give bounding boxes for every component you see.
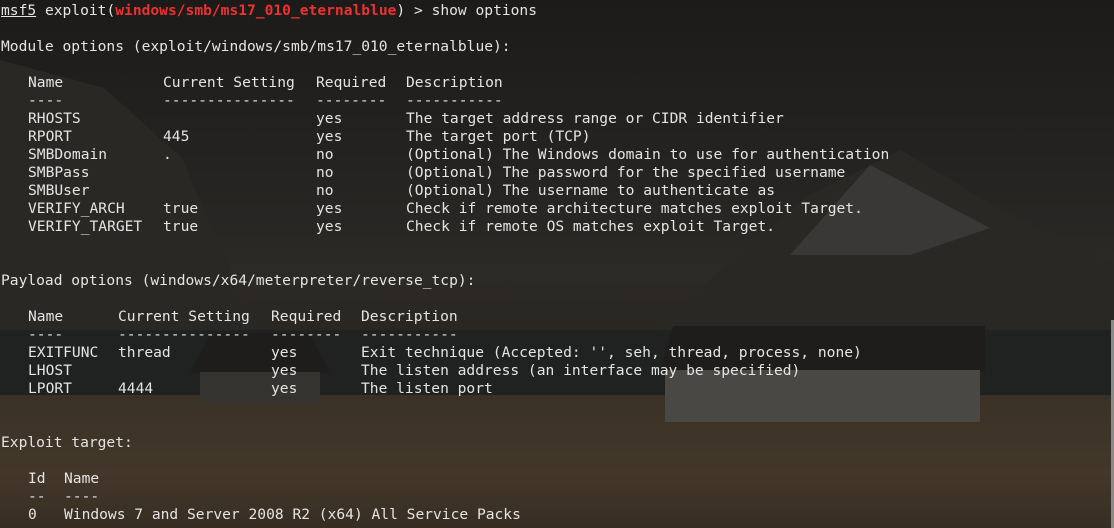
module-option-cell-3: ----------- bbox=[406, 92, 503, 109]
module-option-header-row: Name Current Setting Required Description bbox=[1, 74, 1114, 92]
payload-option-cell-3: ----------- bbox=[361, 326, 458, 343]
module-option-row: VERIFY_TARGET true yes Check if remote OS m… bbox=[1, 218, 1114, 236]
module-option-row: RHOSTS yes The target address range or CID… bbox=[1, 110, 1114, 128]
module-option-cell-1: true bbox=[163, 200, 199, 217]
payload-option-row: LHOST yes The listen address (an interface… bbox=[1, 362, 1114, 380]
module-option-cell-3: Check if remote architecture matches exp… bbox=[406, 200, 863, 217]
payload-option-cell-3: Description bbox=[361, 308, 458, 325]
prompt-name: msf5 bbox=[1, 2, 37, 19]
exploit-target-cell-1: Windows 7 and Server 2008 R2 (x64) All S… bbox=[64, 506, 521, 523]
payload-option-cell-3: The listen address (an interface may be … bbox=[361, 362, 801, 379]
payload-option-cell-2: yes bbox=[271, 362, 298, 379]
module-option-cell-1: . bbox=[163, 146, 172, 163]
module-option-cell-2: -------- bbox=[316, 92, 387, 109]
module-option-separator-row: ---- --------------- -------- ----------- bbox=[1, 92, 1114, 110]
payload-option-cell-2: yes bbox=[271, 344, 298, 361]
module-option-cell-3: Description bbox=[406, 74, 503, 91]
payload-option-cell-0: ---- bbox=[28, 326, 64, 343]
prompt-line: msf5 exploit(windows/smb/ms17_010_eterna… bbox=[1, 2, 1114, 20]
exploit-target-heading: Exploit target: bbox=[1, 434, 133, 451]
payload-option-cell-2: yes bbox=[271, 380, 298, 397]
module-option-cell-1: --------------- bbox=[163, 92, 295, 109]
module-option-cell-2: yes bbox=[316, 110, 343, 127]
payload-option-cell-1: --------------- bbox=[118, 326, 250, 343]
payload-option-cell-1: thread bbox=[118, 344, 171, 361]
payload-option-cell-3: Exit technique (Accepted: '', seh, threa… bbox=[361, 344, 862, 361]
module-option-row: SMBUser no (Optional) The username to auth… bbox=[1, 182, 1114, 200]
exploit-target-cell-1: Name bbox=[64, 470, 100, 487]
module-option-cell-3: (Optional) The password for the specifie… bbox=[406, 164, 846, 181]
exploit-target-cell-0: Id bbox=[28, 470, 46, 487]
module-option-cell-0: SMBPass bbox=[28, 164, 90, 181]
module-option-cell-3: (Optional) The Windows domain to use for… bbox=[406, 146, 890, 163]
payload-option-cell-0: LPORT bbox=[28, 380, 72, 397]
payload-option-cell-0: LHOST bbox=[28, 362, 72, 379]
module-option-cell-2: yes bbox=[316, 128, 343, 145]
payload-option-cell-1: 4444 bbox=[118, 380, 154, 397]
module-option-cell-2: yes bbox=[316, 200, 343, 217]
exploit-target-row: 0 Windows 7 and Server 2008 R2 (x64) All … bbox=[1, 506, 1114, 524]
module-option-cell-1: 445 bbox=[163, 128, 190, 145]
module-option-cell-3: The target port (TCP) bbox=[406, 128, 591, 145]
module-option-cell-3: Check if remote OS matches exploit Targe… bbox=[406, 218, 776, 235]
payload-option-row: EXITFUNC thread yes Exit technique (Accepte… bbox=[1, 344, 1114, 362]
exploit-target-cell-0: 0 bbox=[28, 506, 37, 523]
exploit-target-separator-row: -- ---- bbox=[1, 488, 1114, 506]
module-option-cell-0: SMBDomain bbox=[28, 146, 108, 163]
payload-options-heading: Payload options (windows/x64/meterpreter… bbox=[1, 272, 476, 289]
module-option-row: SMBPass no (Optional) The password for the… bbox=[1, 164, 1114, 182]
module-option-cell-0: Name bbox=[28, 74, 64, 91]
module-option-cell-0: ---- bbox=[28, 92, 64, 109]
payload-options-table: Name Current Setting Required Description --… bbox=[1, 308, 1114, 398]
module-option-row: SMBDomain. no (Optional) The Windows domai… bbox=[1, 146, 1114, 164]
payload-option-cell-0: Name bbox=[28, 308, 64, 325]
module-option-cell-2: yes bbox=[316, 218, 343, 235]
exploit-target-cell-0: -- bbox=[28, 488, 46, 505]
payload-option-row: LPORT 4444 yes The listen port bbox=[1, 380, 1114, 398]
module-option-cell-2: no bbox=[316, 146, 334, 163]
module-option-row: RPORT 445 yes The target port (TCP) bbox=[1, 128, 1114, 146]
payload-option-cell-3: The listen port bbox=[361, 380, 493, 397]
module-option-row: VERIFY_ARCH true yes Check if remote archit… bbox=[1, 200, 1114, 218]
module-option-cell-2: no bbox=[316, 182, 334, 199]
exploit-target-table: Id Name -- ---- 0 Windows 7 and Server 2008 R… bbox=[1, 470, 1114, 524]
payload-option-header-row: Name Current Setting Required Description bbox=[1, 308, 1114, 326]
module-options-table: Name Current Setting Required Description --… bbox=[1, 74, 1114, 236]
module-option-cell-2: no bbox=[316, 164, 334, 181]
module-option-cell-1: true bbox=[163, 218, 199, 235]
payload-option-cell-2: Required bbox=[271, 308, 342, 325]
exploit-target-cell-1: ---- bbox=[64, 488, 100, 505]
exploit-target-header-row: Id Name bbox=[1, 470, 1114, 488]
module-option-cell-2: Required bbox=[316, 74, 387, 91]
module-options-heading: Module options (exploit/windows/smb/ms17… bbox=[1, 38, 511, 55]
payload-option-cell-0: EXITFUNC bbox=[28, 344, 99, 361]
prompt-text-before: exploit( bbox=[44, 2, 116, 19]
module-option-cell-0: SMBUser bbox=[28, 182, 90, 199]
prompt-text-after: ) > show options bbox=[396, 2, 538, 19]
payload-option-cell-1: Current Setting bbox=[118, 308, 250, 325]
payload-option-separator-row: ---- --------------- -------- ----------- bbox=[1, 326, 1114, 344]
payload-option-cell-2: -------- bbox=[271, 326, 342, 343]
module-option-cell-3: (Optional) The username to authenticate … bbox=[406, 182, 776, 199]
module-option-cell-1: Current Setting bbox=[163, 74, 295, 91]
terminal-output: msf5 exploit(windows/smb/ms17_010_eterna… bbox=[1, 2, 1114, 528]
module-option-cell-0: RHOSTS bbox=[28, 110, 81, 127]
module-option-cell-0: VERIFY_ARCH bbox=[28, 200, 125, 217]
module-option-cell-3: The target address range or CIDR identif… bbox=[406, 110, 784, 127]
prompt-module: windows/smb/ms17_010_eternalblue bbox=[115, 2, 397, 19]
module-option-cell-0: VERIFY_TARGET bbox=[28, 218, 143, 235]
module-option-cell-0: RPORT bbox=[28, 128, 72, 145]
